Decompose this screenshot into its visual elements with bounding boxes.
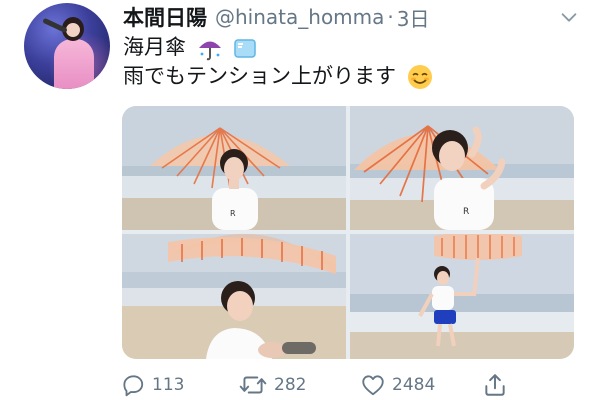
avatar[interactable] [24,3,110,89]
photo-2[interactable]: R [350,106,574,230]
tweet-text-line-1: 海月傘 [123,33,257,61]
avatar-figure-face [66,23,80,37]
retweet-button[interactable]: 282 [238,371,306,399]
photo-3[interactable] [122,234,346,359]
share-icon [485,374,505,396]
tweet-text-title: 海月傘 [123,35,186,59]
photo-4[interactable] [350,234,574,359]
ice-cube-icon [234,39,257,58]
display-name[interactable]: 本間日陽 [123,2,207,32]
tweet-text-body: 雨でもテンション上がります [123,64,396,88]
umbrella-with-rain-icon [198,41,221,61]
share-button[interactable] [482,371,514,399]
like-count: 2484 [392,375,436,395]
smiling-face-icon [407,65,432,89]
tweet-text-line-2: 雨でもテンション上がります [123,62,433,90]
chevron-down-icon[interactable] [558,6,580,28]
user-handle[interactable]: @hinata_homma [215,5,384,29]
svg-text:R: R [230,209,236,218]
reply-button[interactable]: 113 [120,371,184,399]
like-button[interactable]: 2484 [360,371,435,399]
avatar-figure-body [54,39,94,89]
retweet-icon [239,376,267,394]
reply-count: 113 [152,375,185,395]
tweet-actions: 113 282 2484 [120,371,540,399]
tweet-timestamp[interactable]: 3日 [397,3,430,32]
tweet-header: 本間日陽 @hinata_homma · 3日 [123,2,580,32]
retweet-count: 282 [274,375,307,395]
photo-1[interactable]: R [122,106,346,230]
heart-icon [362,375,384,396]
reply-icon [123,375,144,397]
separator-dot: · [387,5,394,29]
media-grid: R R [122,106,574,359]
svg-text:R: R [463,207,469,217]
